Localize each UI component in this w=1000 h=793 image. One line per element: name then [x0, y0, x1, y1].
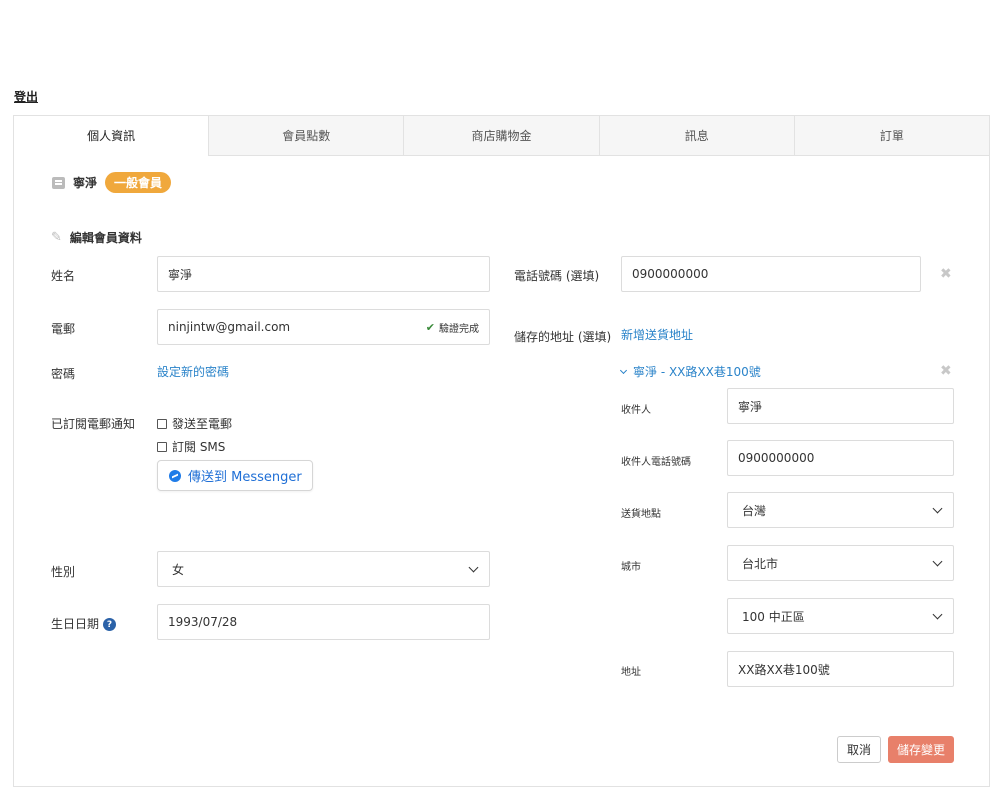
- tab-bar: 個人資訊 會員點數 商店購物金 訊息 訂單: [14, 116, 990, 156]
- email-label: 電郵: [51, 322, 76, 336]
- name-input[interactable]: 寧淨: [157, 256, 490, 292]
- street-label: 地址: [621, 667, 641, 678]
- recipient-label: 收件人: [621, 405, 651, 416]
- password-label: 密碼: [51, 367, 76, 381]
- saved-address-toggle[interactable]: 寧淨 - XX路XX巷100號: [619, 363, 761, 380]
- messenger-icon: [169, 469, 181, 482]
- send-to-messenger-button[interactable]: 傳送到 Messenger: [157, 460, 313, 491]
- district-select-value: 100 中正區: [742, 609, 805, 624]
- subscribe-email-label: 發送至電郵: [172, 417, 233, 431]
- subscribe-sms-label: 訂閱 SMS: [172, 440, 226, 454]
- chevron-down-icon: [932, 503, 943, 513]
- logout-link[interactable]: 登出: [14, 88, 38, 105]
- phone-input[interactable]: 0900000000: [621, 256, 921, 292]
- phone-label: 電話號碼 (選填): [514, 269, 600, 283]
- gender-select[interactable]: 女: [157, 551, 490, 587]
- chevron-down-icon: [932, 556, 943, 566]
- email-verified-status: ✔ 驗證完成: [426, 320, 479, 335]
- city-label: 城市: [621, 562, 641, 573]
- street-input[interactable]: XX路XX巷100號: [727, 651, 954, 687]
- delivery-location-label: 送貨地點: [621, 509, 661, 520]
- email-input[interactable]: ninjintw@gmail.com ✔ 驗證完成: [157, 309, 490, 345]
- recipient-input[interactable]: 寧淨: [727, 388, 954, 424]
- check-icon: ✔: [425, 320, 435, 334]
- saved-address-label: 儲存的地址 (選填): [514, 330, 612, 344]
- section-title-text: 編輯會員資料: [69, 231, 142, 245]
- birthday-input[interactable]: 1993/07/28: [157, 604, 490, 640]
- chevron-down-icon: [619, 366, 628, 374]
- city-select[interactable]: 台北市: [727, 545, 954, 581]
- add-address-link[interactable]: 新增送貨地址: [621, 326, 693, 343]
- tab-orders[interactable]: 訂單: [793, 116, 990, 155]
- birthday-input-value: 1993/07/28: [168, 615, 238, 629]
- gender-label: 性別: [51, 565, 76, 579]
- city-select-value: 台北市: [742, 556, 779, 571]
- gender-select-value: 女: [172, 562, 185, 577]
- email-input-value: ninjintw@gmail.com: [168, 320, 291, 334]
- section-title: ✎ 編輯會員資料: [51, 229, 142, 246]
- save-changes-button[interactable]: 儲存變更: [888, 736, 954, 763]
- subscribe-email-option[interactable]: 發送至電郵: [157, 415, 232, 432]
- birthday-label-wrap: 生日日期?: [51, 615, 117, 632]
- name-input-value: 寧淨: [168, 267, 193, 282]
- pencil-icon: ✎: [51, 230, 62, 245]
- recipient-phone-input[interactable]: 0900000000: [727, 440, 954, 476]
- messenger-button-label: 傳送到 Messenger: [188, 470, 302, 485]
- member-name: 寧淨: [73, 176, 98, 190]
- chevron-down-icon: [468, 562, 479, 572]
- subscription-label: 已訂閱電郵通知: [51, 417, 136, 431]
- remove-phone-icon[interactable]: ✖: [940, 266, 952, 282]
- chevron-down-icon: [932, 609, 943, 619]
- name-label: 姓名: [51, 269, 76, 283]
- cancel-button[interactable]: 取消: [837, 736, 881, 763]
- member-header: 寧淨 一般會員: [52, 172, 172, 193]
- email-verified-label: 驗證完成: [439, 323, 479, 335]
- remove-address-icon[interactable]: ✖: [940, 363, 952, 379]
- member-tier-badge: 一般會員: [105, 172, 172, 193]
- subscribe-sms-checkbox[interactable]: [157, 441, 167, 452]
- phone-input-value: 0900000000: [632, 267, 709, 281]
- subscribe-sms-option[interactable]: 訂閱 SMS: [157, 438, 225, 455]
- subscribe-email-checkbox[interactable]: [157, 418, 167, 429]
- help-icon[interactable]: ?: [103, 618, 117, 631]
- street-input-value: XX路XX巷100號: [738, 662, 830, 677]
- recipient-input-value: 寧淨: [738, 399, 763, 414]
- district-select[interactable]: 100 中正區: [727, 598, 954, 634]
- birthday-label: 生日日期: [51, 617, 100, 631]
- saved-address-summary: 寧淨 - XX路XX巷100號: [633, 365, 761, 379]
- tab-store-credit[interactable]: 商店購物金: [403, 116, 599, 155]
- tab-personal-info[interactable]: 個人資訊: [14, 116, 209, 156]
- tab-member-points[interactable]: 會員點數: [208, 116, 404, 155]
- delivery-location-value: 台灣: [742, 503, 767, 518]
- tab-messages[interactable]: 訊息: [598, 116, 794, 155]
- set-password-link[interactable]: 設定新的密碼: [157, 363, 229, 380]
- recipient-phone-input-value: 0900000000: [738, 451, 815, 465]
- recipient-phone-label: 收件人電話號碼: [621, 457, 691, 468]
- delivery-location-select[interactable]: 台灣: [727, 492, 954, 528]
- member-panel: 個人資訊 會員點數 商店購物金 訊息 訂單 寧淨 一般會員 ✎ 編輯會員資料 姓…: [13, 115, 990, 787]
- id-card-icon: [52, 176, 65, 189]
